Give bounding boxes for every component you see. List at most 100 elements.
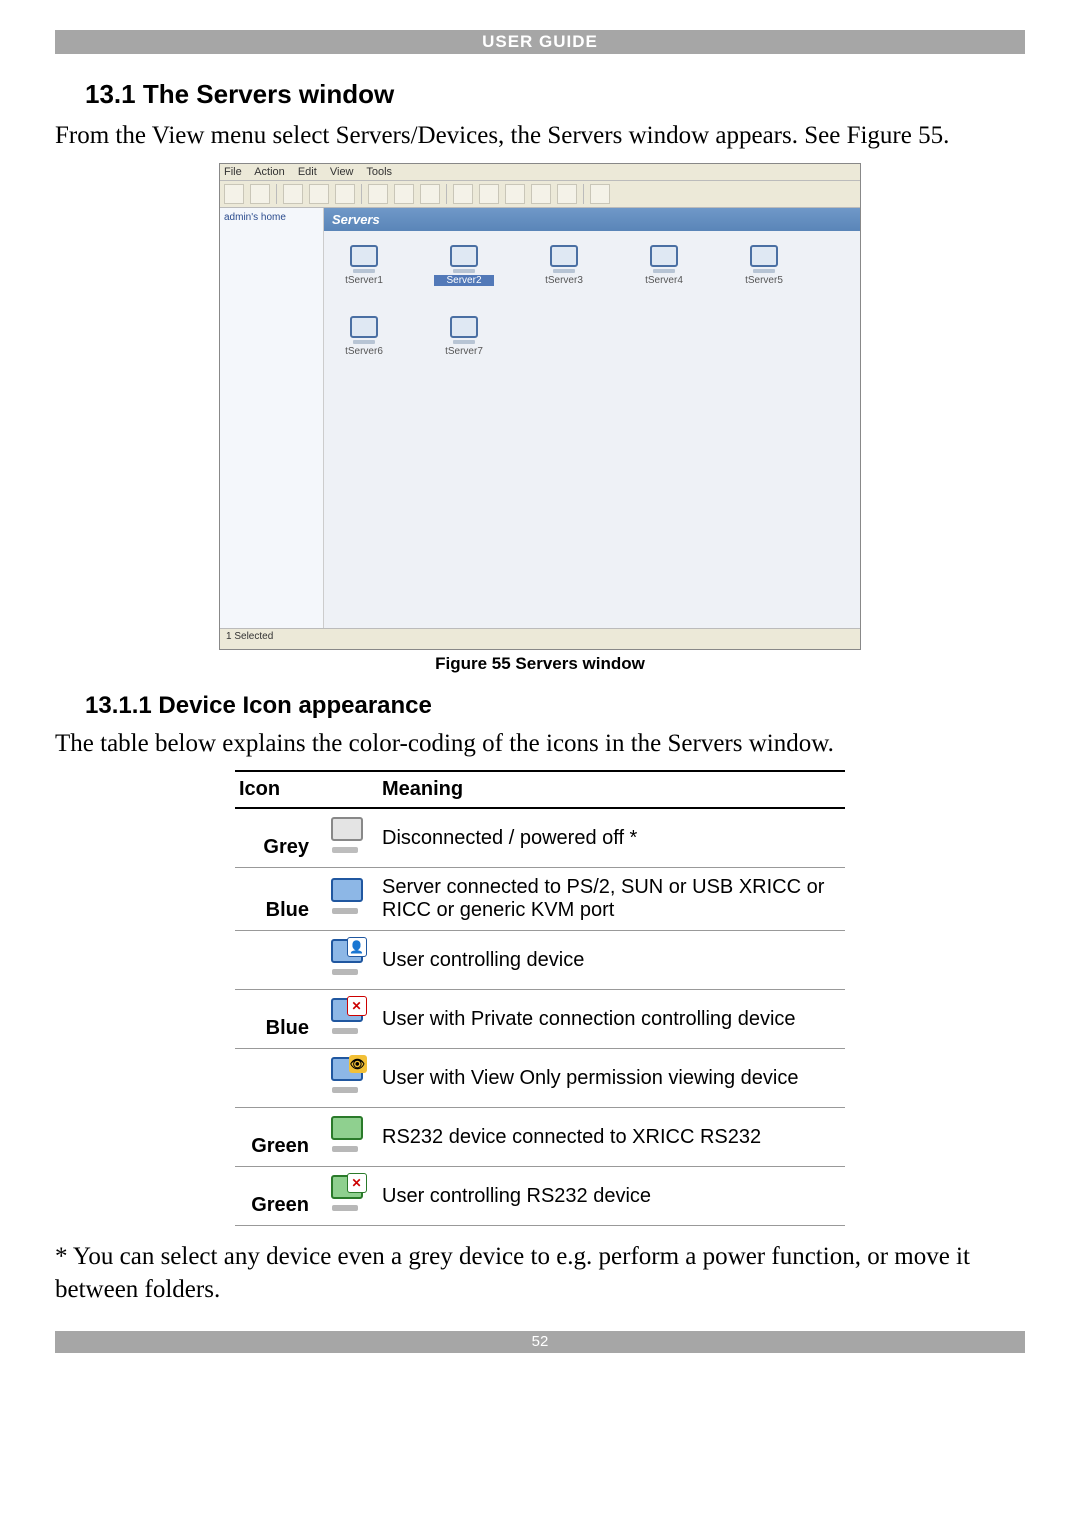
table-row: 👤 User controlling device — [235, 931, 845, 990]
toolbar-separator — [276, 184, 277, 204]
toolbar-icon — [283, 184, 303, 204]
figure-55: File Action Edit View Tools — [55, 163, 1025, 674]
icon-color-label: Grey — [235, 808, 315, 868]
footnote: * You can select any device even a grey … — [55, 1241, 1025, 1306]
toolbar-icon — [453, 184, 473, 204]
servers-window-screenshot: File Action Edit View Tools — [219, 163, 861, 650]
icon-color-label: Green — [235, 1108, 315, 1167]
server-item: tServer4 — [634, 245, 694, 286]
meaning-cell: User controlling RS232 device — [378, 1167, 845, 1226]
table-row: Grey Disconnected / powered off * — [235, 808, 845, 868]
icon-cell — [315, 808, 378, 868]
server-label: tServer7 — [434, 346, 494, 357]
device-icon: 👁 — [329, 1057, 365, 1093]
footer-page-number: 52 — [55, 1331, 1025, 1353]
table-intro: The table below explains the color-codin… — [55, 728, 1025, 761]
icon-color-label — [235, 931, 315, 990]
statusbar: 1 Selected — [220, 628, 860, 649]
server-item: Server2 — [434, 245, 494, 286]
table-row: Blue ✕ User with Private connection contro… — [235, 990, 845, 1049]
device-icon — [329, 878, 365, 914]
icon-color-label: Blue — [235, 868, 315, 931]
meaning-cell: Server connected to PS/2, SUN or USB XRI… — [378, 868, 845, 931]
toolbar-icon — [479, 184, 499, 204]
subsection-heading: 13.1.1 Device Icon appearance — [85, 692, 1025, 720]
server-label: tServer4 — [634, 275, 694, 286]
device-icon — [329, 817, 365, 853]
icon-cell — [315, 1108, 378, 1167]
menubar: File Action Edit View Tools — [220, 164, 860, 181]
server-icon — [650, 245, 678, 271]
table-row: Green ✕ User controlling RS232 device — [235, 1167, 845, 1226]
server-label: tServer3 — [534, 275, 594, 286]
server-item: tServer6 — [334, 316, 394, 357]
server-icon — [350, 316, 378, 342]
tree-pane: admin's home — [220, 208, 324, 628]
table-row: 👁 User with View Only permission viewing … — [235, 1049, 845, 1108]
section-heading: 13.1 The Servers window — [85, 79, 1025, 110]
icon-color-label: Green — [235, 1167, 315, 1226]
table-row: Green RS232 device connected to XRICC RS2… — [235, 1108, 845, 1167]
toolbar-separator — [361, 184, 362, 204]
header-banner: USER GUIDE — [55, 30, 1025, 54]
server-icon — [350, 245, 378, 271]
col-header-meaning: Meaning — [378, 771, 845, 808]
tree-root: admin's home — [224, 212, 319, 223]
server-label: tServer5 — [734, 275, 794, 286]
icon-cell: ✕ — [315, 990, 378, 1049]
meaning-cell: User with View Only permission viewing d… — [378, 1049, 845, 1108]
icon-color-label: Blue — [235, 990, 315, 1049]
toolbar-separator — [583, 184, 584, 204]
toolbar-icon — [505, 184, 525, 204]
icon-cell: 👤 — [315, 931, 378, 990]
server-item: tServer5 — [734, 245, 794, 286]
col-header-icon: Icon — [235, 771, 378, 808]
icon-color-label — [235, 1049, 315, 1108]
user-overlay-icon: 👤 — [347, 937, 367, 957]
server-item: tServer7 — [434, 316, 494, 357]
server-label: Server2 — [434, 275, 494, 286]
toolbar-separator — [446, 184, 447, 204]
server-icon — [450, 245, 478, 271]
toolbar-icon — [309, 184, 329, 204]
toolbar-icon — [394, 184, 414, 204]
eye-overlay-icon: 👁 — [349, 1055, 367, 1073]
meaning-cell: Disconnected / powered off * — [378, 808, 845, 868]
device-icon: ✕ — [329, 998, 365, 1034]
server-icon — [750, 245, 778, 271]
server-label: tServer1 — [334, 275, 394, 286]
menu-action: Action — [254, 166, 285, 178]
server-item: tServer1 — [334, 245, 394, 286]
content-title: Servers — [324, 208, 860, 231]
meaning-cell: User controlling device — [378, 931, 845, 990]
menu-file: File — [224, 166, 242, 178]
icon-cell: ✕ — [315, 1167, 378, 1226]
toolbar-icon — [335, 184, 355, 204]
toolbar-icon — [590, 184, 610, 204]
private-x-overlay-icon: ✕ — [347, 1173, 367, 1193]
private-x-overlay-icon: ✕ — [347, 996, 367, 1016]
toolbar-icon — [531, 184, 551, 204]
meaning-cell: RS232 device connected to XRICC RS232 — [378, 1108, 845, 1167]
figure-caption: Figure 55 Servers window — [55, 654, 1025, 674]
device-icon — [329, 1116, 365, 1152]
server-icon — [450, 316, 478, 342]
menu-edit: Edit — [298, 166, 317, 178]
icon-cell: 👁 — [315, 1049, 378, 1108]
server-label: tServer6 — [334, 346, 394, 357]
meaning-cell: User with Private connection controlling… — [378, 990, 845, 1049]
icon-meaning-table: Icon Meaning Grey Disconnected / powered … — [235, 770, 845, 1226]
toolbar-icon — [250, 184, 270, 204]
menu-tools: Tools — [366, 166, 392, 178]
toolbar — [220, 181, 860, 208]
server-icon-grid: tServer1 Server2 tServer3 tServer4 tServer5 t… — [324, 231, 860, 371]
content-pane: Servers tServer1Server2tServer3tServer4t… — [324, 208, 860, 628]
toolbar-icon — [420, 184, 440, 204]
device-icon: 👤 — [329, 939, 365, 975]
device-icon: ✕ — [329, 1175, 365, 1211]
table-row: Blue Server connected to PS/2, SUN or USB… — [235, 868, 845, 931]
intro-paragraph: From the View menu select Servers/Device… — [55, 120, 1025, 153]
server-item: tServer3 — [534, 245, 594, 286]
server-icon — [550, 245, 578, 271]
toolbar-icon — [224, 184, 244, 204]
